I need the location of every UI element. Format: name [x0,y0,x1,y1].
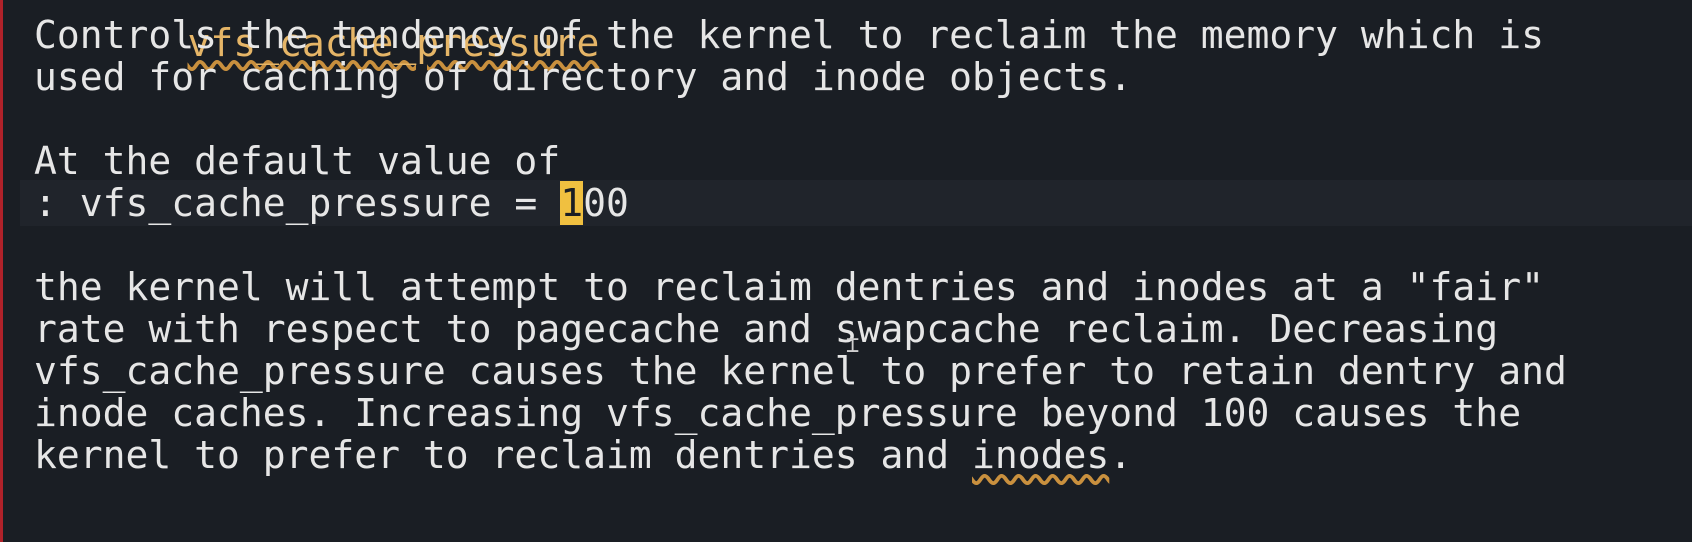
last-line-suffix: . [1109,433,1133,477]
current-line-suffix: 00 [583,181,629,225]
current-line[interactable]: : vfs_cache_pressure = 100 [20,180,1692,226]
text-line[interactable]: the kernel will attempt to reclaim dentr… [34,264,1544,310]
text-line[interactable]: rate with respect to pagecache and swapc… [34,306,1498,352]
text-line[interactable]: vfs_cache_pressure causes the kernel to … [34,348,1567,394]
spellcheck-word[interactable]: inodes [972,433,1109,477]
text-cursor: 1 [560,181,584,225]
text-line[interactable]: At the default value of [34,138,560,184]
gutter-marker [0,0,3,542]
text-line[interactable]: used for caching of directory and inode … [34,54,1132,100]
current-line-prefix: : vfs_cache_pressure = [34,181,561,225]
text-line[interactable]: Controls the tendency of the kernel to r… [34,12,1544,58]
text-cursor-icon: ⌶ [846,333,860,358]
text-line[interactable]: inode caches. Increasing vfs_cache_press… [34,390,1521,436]
last-line-prefix: kernel to prefer to reclaim dentries and [34,433,972,477]
text-line[interactable]: kernel to prefer to reclaim dentries and… [34,432,1132,478]
text-editor[interactable]: vfs_cache_pressure Controls the tendency… [0,0,1692,542]
